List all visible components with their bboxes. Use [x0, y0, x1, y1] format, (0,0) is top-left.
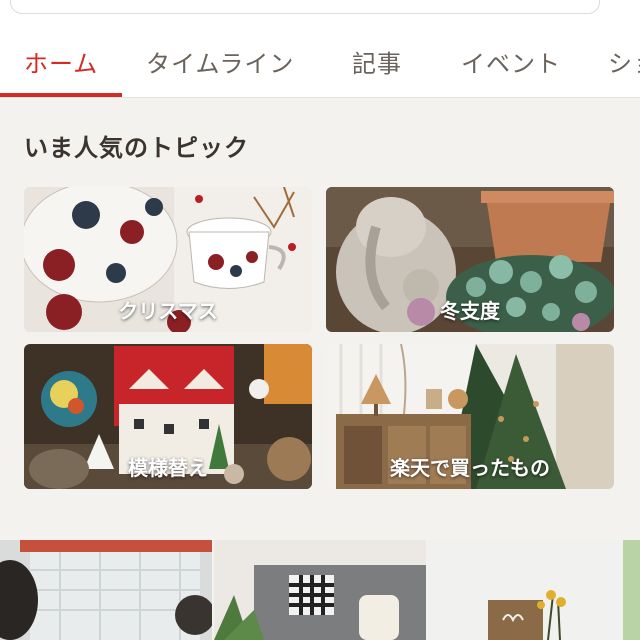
tab-home[interactable]: ホーム [24, 44, 98, 79]
feed-thumbnail-2[interactable] [214, 540, 426, 640]
tab-bar: ホーム タイムライン 記事 イベント ショ [0, 20, 640, 98]
active-tab-indicator [0, 93, 122, 97]
feed-thumbnail-1[interactable] [0, 540, 212, 640]
topic-card-christmas[interactable]: クリスマス [24, 187, 312, 332]
search-area [0, 0, 640, 20]
feed-image-1 [0, 540, 212, 640]
search-input[interactable] [10, 0, 600, 14]
section-title: いま人気のトピック [24, 134, 249, 162]
feed-thumbnail-3[interactable] [428, 540, 640, 640]
tab-events[interactable]: イベント [461, 44, 561, 79]
feed-image-2 [214, 540, 426, 640]
topic-label: 模様替え [128, 456, 208, 480]
topic-label: クリスマス [118, 299, 218, 323]
tab-articles[interactable]: 記事 [352, 44, 402, 79]
topic-card-winter-prep[interactable]: 冬支度 [326, 187, 614, 332]
feed-image-3 [428, 540, 640, 640]
topic-card-makeover[interactable]: 模様替え [24, 344, 312, 489]
tab-shop[interactable]: ショ [608, 44, 640, 79]
topic-label: 冬支度 [440, 299, 500, 323]
tab-timeline[interactable]: タイムライン [146, 44, 294, 79]
topic-label: 楽天で買ったもの [390, 456, 550, 480]
topic-card-rakuten[interactable]: 楽天で買ったもの [326, 344, 614, 489]
